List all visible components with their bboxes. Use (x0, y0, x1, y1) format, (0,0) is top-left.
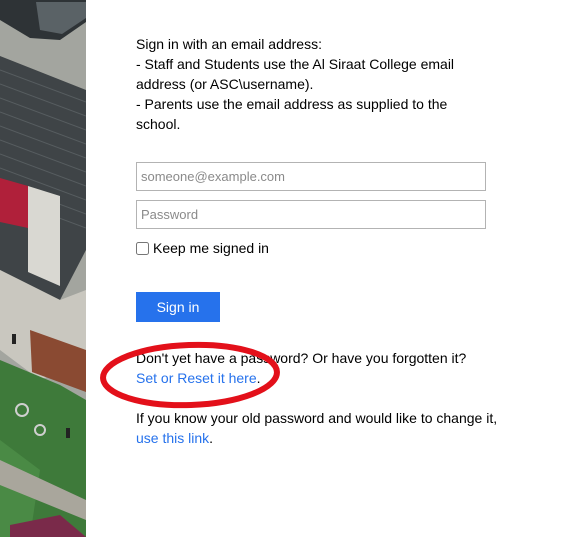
instruction-parents: - Parents use the email address as suppl… (136, 96, 448, 132)
reset-link-suffix: . (256, 370, 261, 386)
forgot-password-section: Don't yet have a password? Or have you f… (136, 348, 516, 388)
change-password-line: If you know your old password and would … (136, 408, 516, 448)
sign-in-page: Sign in with an email address: - Staff a… (0, 0, 568, 537)
sign-in-button[interactable]: Sign in (136, 292, 220, 322)
password-input[interactable] (136, 200, 486, 229)
forgot-password-text: Don't yet have a password? Or have you f… (136, 350, 467, 366)
change-link-suffix: . (209, 430, 214, 446)
aerial-campus-photo (0, 0, 86, 537)
instruction-heading: Sign in with an email address: (136, 36, 322, 52)
set-or-reset-link[interactable]: Set or Reset it here (136, 370, 257, 386)
sign-in-instructions: Sign in with an email address: - Staff a… (136, 34, 486, 134)
change-password-text: If you know your old password and would … (136, 410, 498, 426)
change-password-section: If you know your old password and would … (136, 408, 516, 448)
instruction-staff-students: - Staff and Students use the Al Siraat C… (136, 56, 455, 92)
keep-signed-in-option[interactable]: Keep me signed in (136, 240, 269, 256)
reset-password-line: Set or Reset it here. (136, 368, 516, 388)
use-this-link[interactable]: use this link (136, 430, 209, 446)
keep-signed-in-label: Keep me signed in (153, 240, 269, 256)
aerial-photo-illustration (0, 0, 86, 537)
keep-signed-in-checkbox[interactable] (136, 241, 149, 255)
email-input[interactable] (136, 162, 486, 191)
